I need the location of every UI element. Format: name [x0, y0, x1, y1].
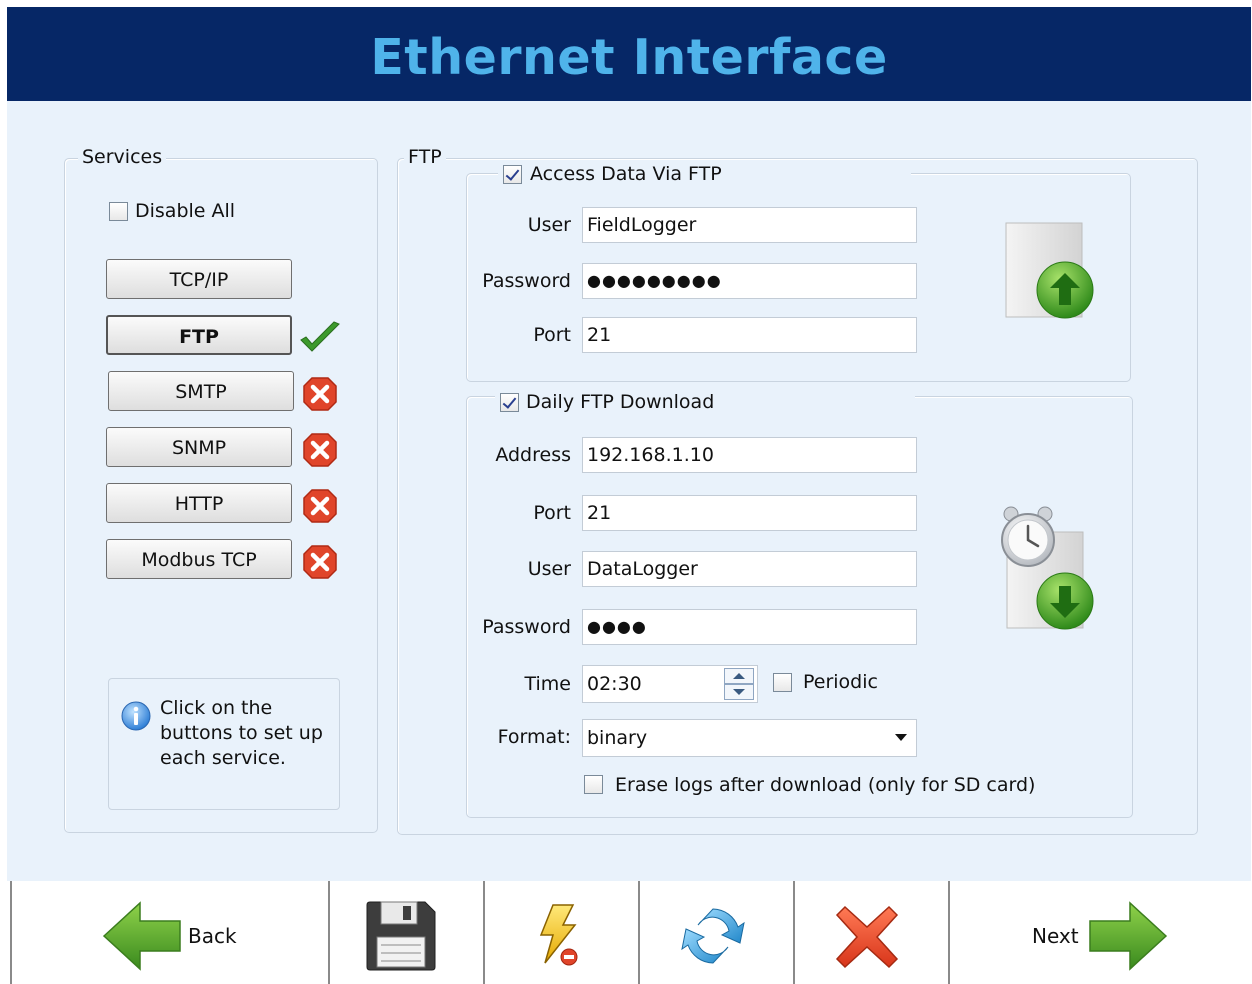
access-password-input[interactable]: ●●●●●●●●● — [582, 263, 917, 299]
periodic-label: Periodic — [803, 671, 878, 693]
ftp-group-label: FTP — [404, 146, 446, 168]
info-text-line3: each service. — [160, 747, 286, 769]
next-label: Next — [1032, 924, 1079, 948]
erase-logs-label: Erase logs after download (only for SD c… — [615, 774, 1036, 796]
tcpip-button[interactable]: TCP/IP — [106, 259, 292, 299]
daily-password-label: Password — [482, 616, 571, 638]
access-password-label: Password — [482, 270, 571, 292]
error-x-icon — [303, 433, 337, 467]
info-text-line1: Click on the — [160, 697, 273, 719]
format-select[interactable]: binary — [582, 719, 917, 757]
page-title: Ethernet Interface — [370, 29, 888, 86]
error-x-icon — [303, 377, 337, 411]
toolbar-divider — [10, 881, 12, 984]
arrow-left-icon — [102, 901, 181, 971]
access-port-label: Port — [533, 324, 571, 346]
erase-logs-checkbox[interactable] — [584, 775, 603, 794]
lightning-config-icon — [539, 904, 578, 966]
refresh-button[interactable] — [640, 881, 793, 984]
daily-port-label: Port — [533, 502, 571, 524]
daily-format-label: Format: — [497, 726, 571, 748]
snmp-button[interactable]: SNMP — [106, 427, 292, 467]
red-x-icon — [835, 905, 899, 969]
access-ftp-label: Access Data Via FTP — [530, 163, 722, 185]
info-icon — [121, 701, 151, 731]
next-button[interactable]: Next — [950, 881, 1252, 984]
arrow-right-icon — [1089, 901, 1168, 971]
smtp-button[interactable]: SMTP — [108, 371, 294, 411]
back-label: Back — [188, 924, 237, 948]
http-button[interactable]: HTTP — [106, 483, 292, 523]
back-button[interactable]: Back — [12, 881, 328, 984]
access-user-label: User — [527, 214, 571, 236]
floppy-disk-icon — [366, 901, 436, 971]
daily-address-input[interactable]: 192.168.1.10 — [582, 437, 917, 473]
error-x-icon — [303, 545, 337, 579]
info-text-line2: buttons to set up — [160, 722, 323, 744]
ftp-button[interactable]: FTP — [106, 315, 292, 355]
access-user-input[interactable]: FieldLogger — [582, 207, 917, 243]
disable-all-checkbox[interactable] — [109, 202, 128, 221]
daily-user-input[interactable]: DataLogger — [582, 551, 917, 587]
access-ftp-checkbox[interactable] — [503, 165, 522, 184]
daily-ftp-checkbox[interactable] — [500, 393, 519, 412]
daily-port-input[interactable]: 21 — [582, 495, 917, 531]
save-button[interactable] — [330, 881, 483, 984]
checkmark-icon — [300, 321, 340, 352]
periodic-checkbox[interactable] — [773, 673, 792, 692]
scheduled-download-icon[interactable] — [998, 500, 1098, 632]
apply-config-button[interactable] — [485, 881, 638, 984]
chevron-down-icon[interactable] — [894, 733, 908, 743]
disable-all-label: Disable All — [135, 200, 236, 222]
daily-user-label: User — [527, 558, 571, 580]
services-group-label: Services — [78, 146, 167, 168]
upload-document-icon[interactable] — [1004, 221, 1096, 321]
time-spinner[interactable] — [724, 668, 754, 700]
daily-password-input[interactable]: ●●●● — [582, 609, 917, 645]
title-bar: Ethernet Interface — [7, 7, 1251, 101]
error-x-icon — [303, 489, 337, 523]
modbus-tcp-button[interactable]: Modbus TCP — [106, 539, 292, 579]
cancel-button[interactable] — [795, 881, 948, 984]
daily-time-label: Time — [524, 673, 572, 695]
refresh-icon — [681, 908, 745, 964]
daily-ftp-label: Daily FTP Download — [526, 391, 715, 413]
daily-address-label: Address — [495, 444, 571, 466]
access-port-input[interactable]: 21 — [582, 317, 917, 353]
